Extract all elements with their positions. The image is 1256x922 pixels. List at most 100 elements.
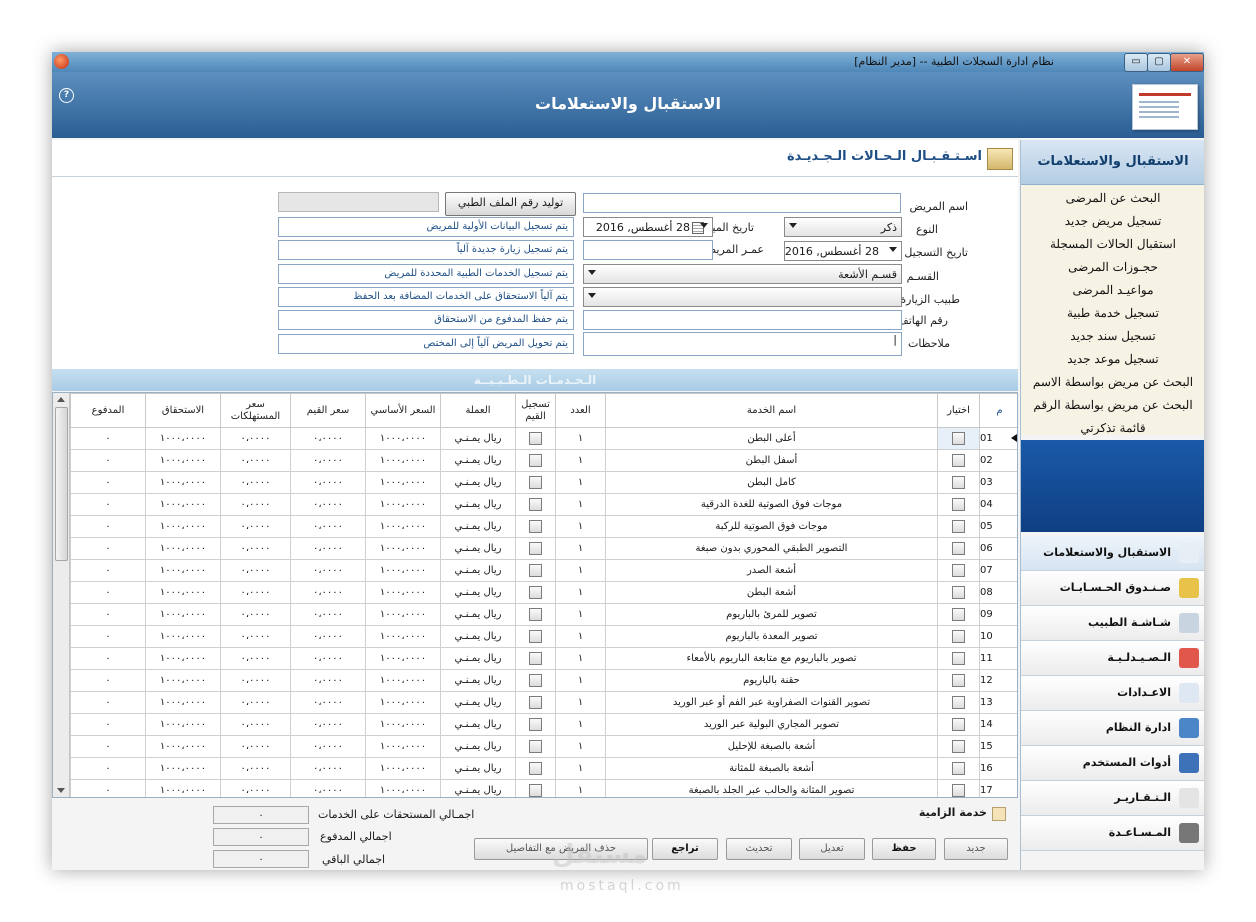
select-checkbox[interactable] (952, 762, 965, 775)
record-values-checkbox[interactable] (529, 652, 542, 665)
maximize-button[interactable]: ▢ (1147, 53, 1171, 72)
table-row[interactable]: ٠ ١٠٠٠،٠٠٠٠ ٠،٠٠٠٠ ٠،٠٠٠٠ ١٠٠٠،٠٠٠٠ ريال يمـن… (70, 537, 1017, 560)
grid-scrollbar[interactable] (53, 393, 70, 797)
record-values-checkbox[interactable] (529, 564, 542, 577)
mandatory-service-checkbox[interactable] (992, 807, 1006, 821)
sidebar-link-medical-service[interactable]: تسجيل خدمة طبية (1021, 306, 1204, 320)
select-checkbox[interactable] (952, 652, 965, 665)
sidebar-link-registered-cases[interactable]: استقبال الحالات المسجلة (1021, 237, 1204, 251)
record-values-checkbox[interactable] (529, 608, 542, 621)
cell-record-values[interactable] (515, 449, 556, 472)
cell-select[interactable] (937, 735, 980, 758)
sidebar-link-new-voucher[interactable]: تسجيل سند جديد (1021, 329, 1204, 343)
cell-record-values[interactable] (515, 537, 556, 560)
cell-select[interactable] (937, 559, 980, 582)
registration-date-picker[interactable]: 28 أغسطس, 2016 (784, 241, 902, 261)
table-row[interactable]: ٠ ١٠٠٠،٠٠٠٠ ٠،٠٠٠٠ ٠،٠٠٠٠ ١٠٠٠،٠٠٠٠ ريال يمـن… (70, 427, 1017, 450)
cell-select[interactable] (937, 427, 980, 450)
table-row[interactable]: ٠ ١٠٠٠،٠٠٠٠ ٠،٠٠٠٠ ٠،٠٠٠٠ ١٠٠٠،٠٠٠٠ ريال يمـن… (70, 625, 1017, 648)
nav-item-help-book[interactable]: المـسـاعـدة (1021, 816, 1204, 851)
notes-input[interactable]: | (583, 332, 902, 356)
sidebar-link-search-by-number[interactable]: البحث عن مريض بواسطة الرقم (1021, 398, 1204, 412)
cell-record-values[interactable] (515, 669, 556, 692)
cell-select[interactable] (937, 625, 980, 648)
sidebar-link-search-by-name[interactable]: البحث عن مريض بواسطة الاسم (1021, 375, 1204, 389)
gender-select[interactable]: ذكر (784, 217, 902, 237)
edit-button[interactable]: تعديل (799, 838, 865, 860)
cell-record-values[interactable] (515, 581, 556, 604)
cell-record-values[interactable] (515, 713, 556, 736)
record-values-checkbox[interactable] (529, 498, 542, 511)
sidebar-link-new-patient[interactable]: تسجيل مريض جديد (1021, 214, 1204, 228)
table-row[interactable]: ٠ ١٠٠٠،٠٠٠٠ ٠،٠٠٠٠ ٠،٠٠٠٠ ١٠٠٠،٠٠٠٠ ريال يمـن… (70, 581, 1017, 604)
select-checkbox[interactable] (952, 696, 965, 709)
minimize-button[interactable]: ▭ (1124, 53, 1148, 72)
sidebar-link-search-patients[interactable]: البحث عن المرضى (1021, 191, 1204, 205)
nav-item-pharmacy[interactable]: الـصـيـدلـيـة (1021, 641, 1204, 676)
record-values-checkbox[interactable] (529, 454, 542, 467)
cell-select[interactable] (937, 493, 980, 516)
record-values-checkbox[interactable] (529, 630, 542, 643)
select-checkbox[interactable] (952, 454, 965, 467)
new-button[interactable]: جديد (944, 838, 1008, 860)
cell-select[interactable] (937, 515, 980, 538)
select-checkbox[interactable] (952, 498, 965, 511)
record-values-checkbox[interactable] (529, 520, 542, 533)
table-row[interactable]: ٠ ١٠٠٠،٠٠٠٠ ٠،٠٠٠٠ ٠،٠٠٠٠ ١٠٠٠،٠٠٠٠ ريال يمـن… (70, 493, 1017, 516)
cell-record-values[interactable] (515, 493, 556, 516)
cell-select[interactable] (937, 449, 980, 472)
nav-item-cashbox[interactable]: صـنـدوق الحـسـابـات (1021, 571, 1204, 606)
sidebar-link-bookings[interactable]: حجـوزات المرضى (1021, 260, 1204, 274)
cell-record-values[interactable] (515, 471, 556, 494)
select-checkbox[interactable] (952, 520, 965, 533)
select-checkbox[interactable] (952, 564, 965, 577)
update-button[interactable]: تحديث (726, 838, 792, 860)
cell-record-values[interactable] (515, 559, 556, 582)
nav-item-doctor[interactable]: شـاشـة الطبيب (1021, 606, 1204, 641)
nav-item-system[interactable]: ادارة النظام (1021, 711, 1204, 746)
select-checkbox[interactable] (952, 718, 965, 731)
select-checkbox[interactable] (952, 674, 965, 687)
sidebar-link-appointments[interactable]: مواعيـد المرضى (1021, 283, 1204, 297)
cell-record-values[interactable] (515, 515, 556, 538)
table-row[interactable]: ٠ ١٠٠٠،٠٠٠٠ ٠،٠٠٠٠ ٠،٠٠٠٠ ١٠٠٠،٠٠٠٠ ريال يمـن… (70, 713, 1017, 736)
nav-item-settings[interactable]: الاعـدادات (1021, 676, 1204, 711)
record-values-checkbox[interactable] (529, 674, 542, 687)
cell-select[interactable] (937, 647, 980, 670)
record-values-checkbox[interactable] (529, 542, 542, 555)
generate-file-number-button[interactable]: توليد رقم الملف الطبي (445, 192, 576, 216)
cell-record-values[interactable] (515, 757, 556, 780)
table-row[interactable]: ٠ ١٠٠٠،٠٠٠٠ ٠،٠٠٠٠ ٠،٠٠٠٠ ١٠٠٠،٠٠٠٠ ريال يمـن… (70, 471, 1017, 494)
record-values-checkbox[interactable] (529, 476, 542, 489)
sidebar-link-new-appointment[interactable]: تسجيل موعد جديد (1021, 352, 1204, 366)
select-checkbox[interactable] (952, 740, 965, 753)
select-checkbox[interactable] (952, 432, 965, 445)
record-values-checkbox[interactable] (529, 762, 542, 775)
select-checkbox[interactable] (952, 476, 965, 489)
table-row[interactable]: ٠ ١٠٠٠،٠٠٠٠ ٠،٠٠٠٠ ٠،٠٠٠٠ ١٠٠٠،٠٠٠٠ ريال يمـن… (70, 669, 1017, 692)
select-checkbox[interactable] (952, 586, 965, 599)
undo-button[interactable]: تراجع (652, 838, 718, 860)
record-values-checkbox[interactable] (529, 784, 542, 797)
cell-select[interactable] (937, 691, 980, 714)
table-row[interactable]: ٠ ١٠٠٠،٠٠٠٠ ٠،٠٠٠٠ ٠،٠٠٠٠ ١٠٠٠،٠٠٠٠ ريال يمـن… (70, 647, 1017, 670)
table-row[interactable]: ٠ ١٠٠٠،٠٠٠٠ ٠،٠٠٠٠ ٠،٠٠٠٠ ١٠٠٠،٠٠٠٠ ريال يمـن… (70, 603, 1017, 626)
table-row[interactable]: ٠ ١٠٠٠،٠٠٠٠ ٠،٠٠٠٠ ٠،٠٠٠٠ ١٠٠٠،٠٠٠٠ ريال يمـن… (70, 449, 1017, 472)
close-button[interactable]: ✕ (1170, 53, 1204, 72)
cell-select[interactable] (937, 537, 980, 560)
cell-select[interactable] (937, 757, 980, 780)
cell-record-values[interactable] (515, 735, 556, 758)
table-row[interactable]: ٠ ١٠٠٠،٠٠٠٠ ٠،٠٠٠٠ ٠،٠٠٠٠ ١٠٠٠،٠٠٠٠ ريال يمـن… (70, 757, 1017, 780)
scroll-up-icon[interactable] (57, 397, 65, 402)
record-values-checkbox[interactable] (529, 432, 542, 445)
age-input[interactable] (583, 240, 713, 260)
cell-record-values[interactable] (515, 625, 556, 648)
select-checkbox[interactable] (952, 608, 965, 621)
cell-select[interactable] (937, 779, 980, 797)
nav-item-reports[interactable]: الـتـقـاريـر (1021, 781, 1204, 816)
record-values-checkbox[interactable] (529, 586, 542, 599)
cell-record-values[interactable] (515, 427, 556, 450)
select-checkbox[interactable] (952, 630, 965, 643)
select-checkbox[interactable] (952, 542, 965, 555)
save-button[interactable]: حفظ (872, 838, 936, 860)
